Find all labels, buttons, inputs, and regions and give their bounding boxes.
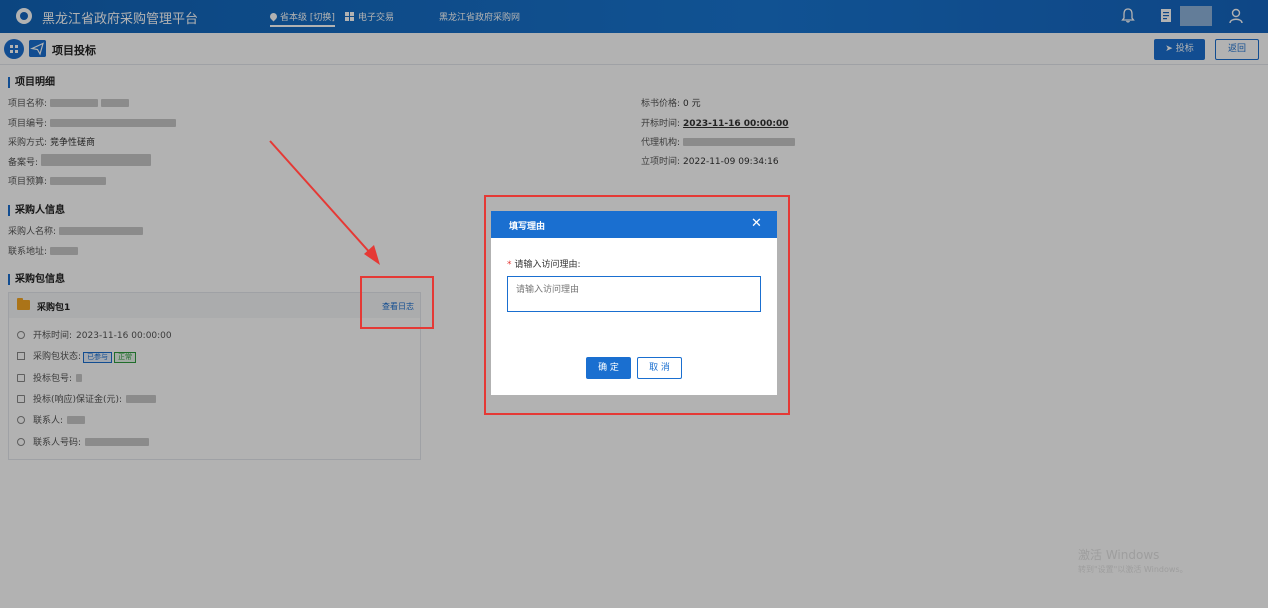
windows-watermark-sub: 转到"设置"以激活 Windows。 <box>1078 565 1188 574</box>
annotation-arrow <box>269 140 380 265</box>
windows-watermark: 激活 Windows <box>1078 548 1160 562</box>
annotation-highlight-view-log <box>360 276 434 329</box>
annotation-highlight-dialog <box>484 195 790 415</box>
